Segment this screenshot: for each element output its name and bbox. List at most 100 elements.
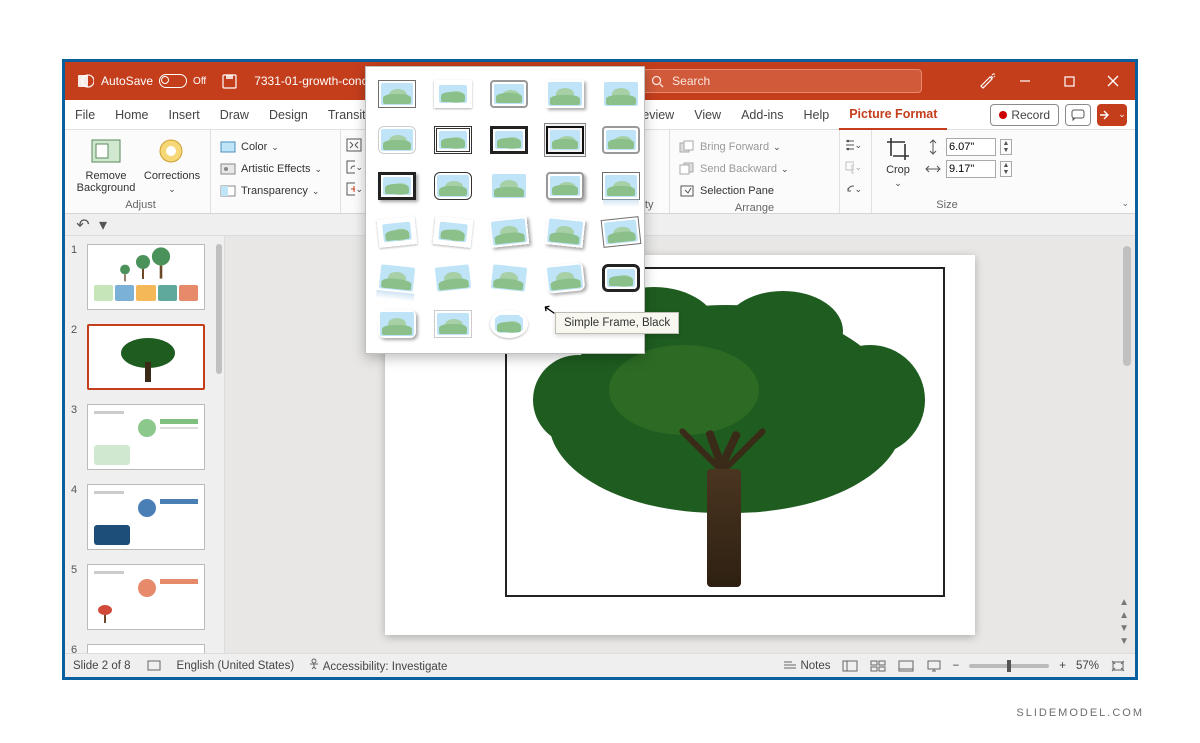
- style-option[interactable]: [376, 261, 418, 295]
- zoom-level[interactable]: 57%: [1076, 660, 1099, 672]
- group-label-adjust: Adjust: [75, 199, 206, 213]
- slide-thumb-3[interactable]: [87, 404, 205, 470]
- tab-file[interactable]: File: [65, 100, 105, 130]
- style-option[interactable]: [488, 307, 530, 341]
- style-option[interactable]: [376, 169, 418, 203]
- slide-sorter-icon[interactable]: [869, 658, 887, 674]
- slide-thumb-2[interactable]: [87, 324, 205, 390]
- style-option[interactable]: [600, 77, 642, 111]
- style-option[interactable]: [432, 123, 474, 157]
- style-option[interactable]: [432, 215, 474, 249]
- height-field[interactable]: ▲▼: [924, 138, 1012, 156]
- tab-view[interactable]: View: [684, 100, 731, 130]
- height-input[interactable]: [946, 138, 996, 156]
- slide-show-icon[interactable]: [925, 658, 943, 674]
- autosave-state: Off: [193, 76, 206, 87]
- search-box[interactable]: Search: [642, 69, 922, 93]
- width-spinner[interactable]: ▲▼: [1000, 161, 1012, 177]
- tab-help[interactable]: Help: [793, 100, 839, 130]
- close-button[interactable]: [1091, 62, 1135, 100]
- slide-nav-arrows[interactable]: ▲▲▼▼: [1119, 597, 1129, 647]
- style-option[interactable]: [600, 123, 642, 157]
- qat-dropdown-icon[interactable]: ▾: [93, 215, 113, 235]
- style-option[interactable]: [432, 261, 474, 295]
- zoom-out[interactable]: −: [953, 660, 960, 672]
- style-option[interactable]: [544, 261, 586, 295]
- transparency-button[interactable]: Transparency⌄: [215, 180, 336, 202]
- tab-add-ins[interactable]: Add-ins: [731, 100, 793, 130]
- width-field[interactable]: ▲▼: [924, 160, 1012, 178]
- selection-pane-button[interactable]: Selection Pane: [674, 180, 835, 202]
- slide-thumb-1[interactable]: [87, 244, 205, 310]
- group-label-arrange: Arrange: [674, 202, 835, 216]
- style-option[interactable]: [600, 215, 642, 249]
- style-option-simple-frame-black[interactable]: [544, 123, 586, 157]
- app-icon: [77, 72, 95, 90]
- language-status[interactable]: English (United States): [177, 660, 295, 672]
- style-option[interactable]: [488, 123, 530, 157]
- style-option[interactable]: [544, 169, 586, 203]
- share-button[interactable]: ⌄: [1097, 104, 1127, 126]
- reset-picture-icon[interactable]: ⌄: [345, 180, 363, 198]
- style-option[interactable]: [376, 307, 418, 341]
- zoom-slider[interactable]: [969, 664, 1049, 668]
- accessibility-status[interactable]: Accessibility: Investigate: [308, 658, 447, 673]
- tab-home[interactable]: Home: [105, 100, 158, 130]
- style-option[interactable]: [488, 169, 530, 203]
- width-input[interactable]: [946, 160, 996, 178]
- style-option[interactable]: [544, 215, 586, 249]
- align-button[interactable]: ⌄: [844, 136, 862, 154]
- style-option[interactable]: [376, 215, 418, 249]
- style-option[interactable]: [376, 77, 418, 111]
- fit-to-window-icon[interactable]: [1109, 658, 1127, 674]
- save-icon[interactable]: [220, 72, 238, 90]
- zoom-in[interactable]: +: [1059, 660, 1066, 672]
- rotate-button[interactable]: ⌄: [844, 180, 862, 198]
- tab-picture-format[interactable]: Picture Format: [839, 100, 947, 130]
- tab-draw[interactable]: Draw: [210, 100, 259, 130]
- style-option[interactable]: [544, 77, 586, 111]
- record-button[interactable]: Record: [990, 104, 1059, 126]
- style-option[interactable]: [488, 215, 530, 249]
- canvas-scrollbar[interactable]: [1123, 246, 1131, 366]
- style-option[interactable]: [432, 77, 474, 111]
- bring-forward-button[interactable]: Bring Forward⌄: [674, 136, 835, 158]
- group-button[interactable]: ⌄: [844, 158, 862, 176]
- autosave-label: AutoSave: [101, 74, 153, 88]
- normal-view-icon[interactable]: [841, 658, 859, 674]
- style-option[interactable]: [376, 123, 418, 157]
- coming-soon-icon[interactable]: [971, 72, 1003, 90]
- slide-thumb-6[interactable]: [87, 644, 205, 653]
- slide-thumb-4[interactable]: [87, 484, 205, 550]
- slide-thumb-5[interactable]: [87, 564, 205, 630]
- style-option[interactable]: [600, 261, 642, 295]
- height-spinner[interactable]: ▲▼: [1000, 139, 1012, 155]
- notes-toggle[interactable]: Notes: [783, 660, 830, 672]
- remove-background-button[interactable]: Remove Background: [75, 132, 137, 194]
- send-backward-button[interactable]: Send Backward⌄: [674, 158, 835, 180]
- comments-button[interactable]: [1065, 104, 1091, 126]
- speaker-notes-icon[interactable]: [145, 658, 163, 674]
- style-option[interactable]: [488, 261, 530, 295]
- style-option[interactable]: [432, 169, 474, 203]
- style-option[interactable]: [432, 307, 474, 341]
- ribbon-collapse-icon[interactable]: ⌄: [1121, 198, 1129, 209]
- corrections-button[interactable]: Corrections⌄: [141, 132, 203, 195]
- compress-pictures-icon[interactable]: [345, 136, 363, 154]
- reading-view-icon[interactable]: [897, 658, 915, 674]
- tab-insert[interactable]: Insert: [159, 100, 210, 130]
- artistic-effects-button[interactable]: Artistic Effects⌄: [215, 158, 336, 180]
- color-button[interactable]: Color⌄: [215, 136, 336, 158]
- style-option[interactable]: [488, 77, 530, 111]
- crop-button[interactable]: Crop⌄: [876, 132, 920, 189]
- change-picture-icon[interactable]: ⌄: [345, 158, 363, 176]
- undo-icon[interactable]: ↶: [73, 215, 93, 235]
- picture-styles-gallery[interactable]: [365, 66, 645, 354]
- slide-thumbnail-pane[interactable]: 1 2 3: [65, 236, 225, 653]
- autosave-toggle[interactable]: AutoSave Off: [101, 74, 206, 88]
- slide-canvas[interactable]: ▲▲▼▼: [225, 236, 1135, 653]
- maximize-button[interactable]: [1047, 62, 1091, 100]
- style-option[interactable]: [600, 169, 642, 203]
- tab-design[interactable]: Design: [259, 100, 318, 130]
- minimize-button[interactable]: [1003, 62, 1047, 100]
